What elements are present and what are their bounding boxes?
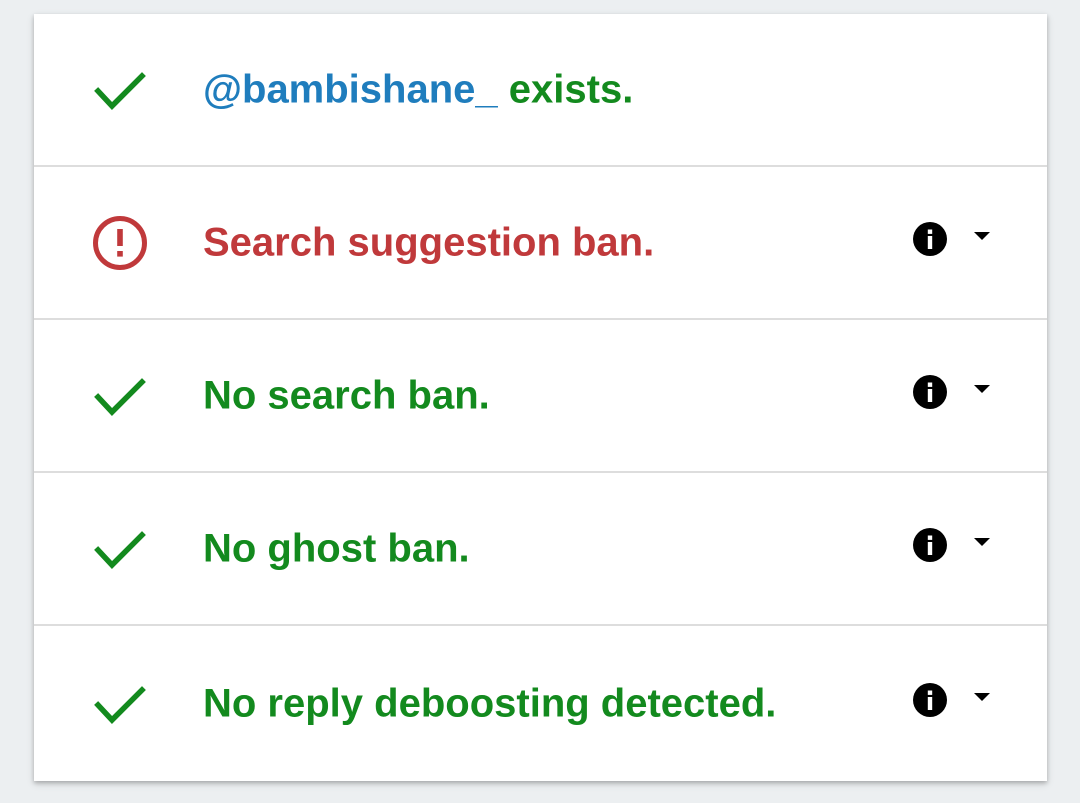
result-row-search-ban: No search ban.: [34, 320, 1047, 473]
check-icon: [90, 674, 150, 734]
check-icon: [90, 60, 150, 120]
caret-down-icon[interactable]: [970, 690, 994, 704]
result-text-search-ban: No search ban.: [203, 373, 490, 417]
result-row-search-suggestion-ban: Search suggestion ban.: [34, 167, 1047, 320]
result-text-ghost-ban: No ghost ban.: [203, 526, 470, 570]
check-icon: [90, 519, 150, 579]
account-handle: @bambishane_: [203, 67, 498, 111]
info-icon[interactable]: [912, 682, 948, 718]
result-text-reply-deboosting: No reply deboosting detected.: [203, 681, 777, 725]
caret-down-icon[interactable]: [970, 535, 994, 549]
caret-down-icon[interactable]: [970, 382, 994, 396]
result-row-ghost-ban: No ghost ban.: [34, 473, 1047, 626]
result-row-exists: @bambishane_ exists.: [34, 14, 1047, 167]
result-row-reply-deboosting: No reply deboosting detected.: [34, 626, 1047, 781]
info-icon[interactable]: [912, 527, 948, 563]
results-card: @bambishane_ exists. Search suggestion b…: [34, 14, 1047, 781]
alert-circle-icon: [90, 213, 150, 273]
exists-label: exists.: [497, 67, 634, 111]
info-icon[interactable]: [912, 221, 948, 257]
result-text-exists: @bambishane_ exists.: [203, 67, 633, 112]
info-icon[interactable]: [912, 374, 948, 410]
result-text-search-suggestion-ban: Search suggestion ban.: [203, 220, 655, 264]
caret-down-icon[interactable]: [970, 229, 994, 243]
check-icon: [90, 366, 150, 426]
